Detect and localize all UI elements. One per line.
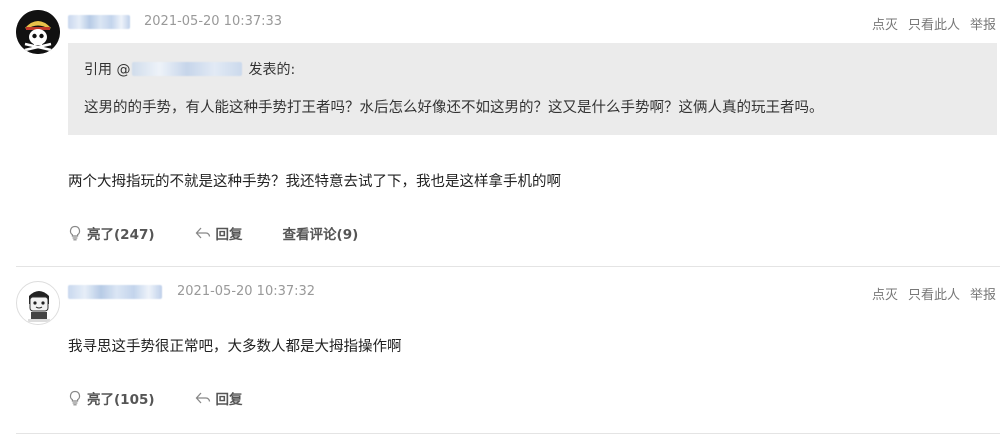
reply-post: 2021-05-20 10:37:32 点灭 只看此人 举报 我寻思这手势很正常…	[0, 267, 1000, 435]
like-label: 亮了(247)	[87, 227, 155, 243]
quote-suffix: 发表的:	[248, 62, 296, 78]
quote-text: 这男的的手势，有人能这种手势打王者吗？水后怎么好像还不如这男的？这又是什么手势啊…	[84, 100, 824, 116]
reply-button[interactable]: 回复	[195, 223, 243, 243]
post-content: 我寻思这手势很正常吧，大多数人都是大拇指操作啊	[68, 339, 402, 355]
view-comments-button[interactable]: 查看评论(9)	[283, 223, 359, 243]
post-content: 两个大拇指玩的不就是这种手势？我还特意去试了下，我也是这样拿手机的啊	[68, 174, 561, 190]
reply-arrow-icon	[195, 227, 210, 239]
post-divider	[16, 433, 1000, 434]
cartoon-avatar-icon	[18, 283, 59, 324]
reply-label: 回复	[215, 227, 243, 243]
pirate-skull-avatar-icon	[16, 10, 60, 54]
quote-prefix: 引用 @	[84, 62, 131, 78]
quote-block: 引用 @ 发表的: 这男的的手势，有人能这种手势打王者吗？水后怎么好像还不如这男…	[68, 43, 997, 135]
reply-arrow-icon	[195, 392, 210, 404]
light-bulb-icon	[69, 225, 81, 241]
username-redacted[interactable]	[68, 285, 162, 299]
only-this-user-button[interactable]: 只看此人	[908, 14, 960, 33]
user-avatar[interactable]	[16, 281, 60, 325]
reply-label: 回复	[215, 392, 243, 408]
report-button[interactable]: 举报	[970, 284, 996, 303]
downvote-button[interactable]: 点灭	[872, 284, 898, 303]
post-timestamp: 2021-05-20 10:37:33	[144, 14, 283, 29]
view-comments-label: 查看评论(9)	[282, 227, 359, 243]
like-label: 亮了(105)	[87, 392, 155, 408]
post-actions: 点灭 只看此人 举报	[872, 14, 996, 33]
quoted-username-redacted[interactable]	[132, 62, 243, 76]
report-button[interactable]: 举报	[970, 14, 996, 33]
reply-button[interactable]: 回复	[195, 388, 243, 408]
post-timestamp: 2021-05-20 10:37:32	[177, 284, 316, 299]
light-bulb-icon	[69, 390, 81, 406]
like-button[interactable]: 亮了(247)	[68, 223, 155, 243]
downvote-button[interactable]: 点灭	[872, 14, 898, 33]
post-footer: 亮了(247) 回复 查看评论(9)	[68, 223, 398, 243]
reply-post: 2021-05-20 10:37:33 点灭 只看此人 举报 引用 @ 发表的:…	[0, 0, 1000, 267]
username-redacted[interactable]	[68, 15, 130, 29]
post-actions: 点灭 只看此人 举报	[872, 284, 996, 303]
post-footer: 亮了(105) 回复	[68, 388, 283, 408]
like-button[interactable]: 亮了(105)	[68, 388, 155, 408]
quote-header: 引用 @ 发表的:	[84, 59, 295, 79]
user-avatar[interactable]	[16, 10, 60, 54]
only-this-user-button[interactable]: 只看此人	[908, 284, 960, 303]
